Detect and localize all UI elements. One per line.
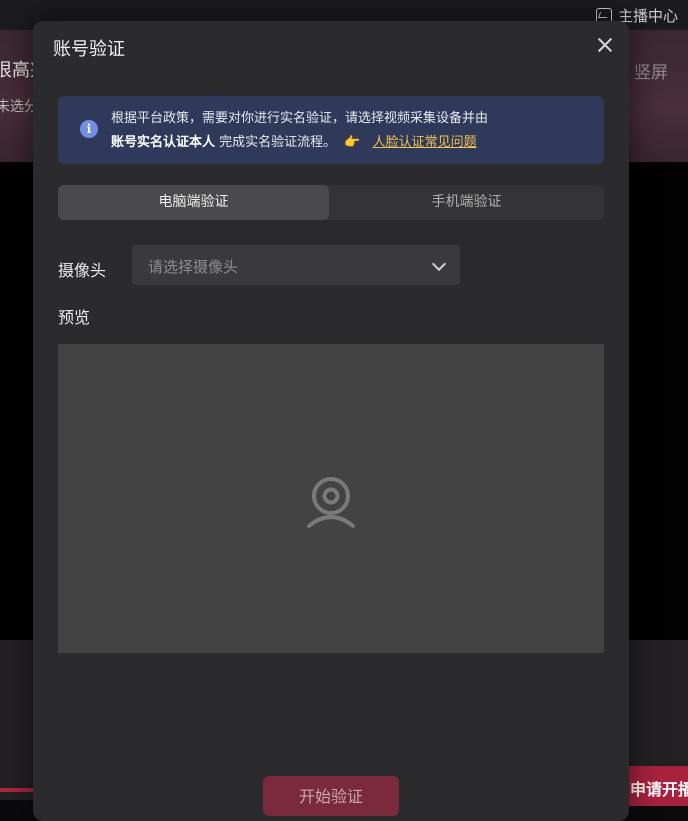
tab-mobile-verification[interactable]: 手机端验证 <box>329 185 604 220</box>
info-icon: i <box>80 120 98 138</box>
notice-bold: 账号实名认证本人 <box>111 135 216 150</box>
camera-placeholder: 请选择摄像头 <box>148 258 239 276</box>
notice-text: 根据平台政策，需要对你进行实名验证，请选择视频采集设备并由 账号实名认证本人 完… <box>111 107 591 155</box>
face-auth-faq-link[interactable]: 人脸认证常见问题 <box>373 135 477 150</box>
dialog-title: 账号验证 <box>53 39 125 60</box>
preview-label: 预览 <box>58 308 91 327</box>
notice-banner: i 根据平台政策，需要对你进行实名验证，请选择视频采集设备并由 账号实名认证本人… <box>58 96 604 164</box>
tab-pc-verification[interactable]: 电脑端验证 <box>58 185 329 220</box>
notice-line2: 完成实名验证流程。 <box>219 135 337 150</box>
portrait-tab[interactable]: 竖屏 <box>634 58 668 83</box>
camera-label: 摄像头 <box>58 261 107 280</box>
chevron-down-icon <box>431 256 447 272</box>
close-icon[interactable] <box>593 33 617 57</box>
webcam-icon <box>307 477 355 528</box>
apply-stream-button[interactable]: 申请开播 <box>628 766 688 806</box>
verification-tabs: 电脑端验证 手机端验证 <box>58 185 604 220</box>
camera-preview <box>58 344 604 653</box>
notice-line1: 根据平台政策，需要对你进行实名验证，请选择视频采集设备并由 <box>111 111 489 126</box>
camera-select[interactable]: 请选择摄像头 <box>132 245 460 285</box>
account-verification-dialog: 账号验证 i 根据平台政策，需要对你进行实名验证，请选择视频采集设备并由 账号实… <box>33 21 629 821</box>
hand-pointing-icon: 👉 <box>344 135 361 150</box>
dialog-header: 账号验证 <box>33 21 629 71</box>
start-verification-button[interactable]: 开始验证 <box>263 776 399 816</box>
